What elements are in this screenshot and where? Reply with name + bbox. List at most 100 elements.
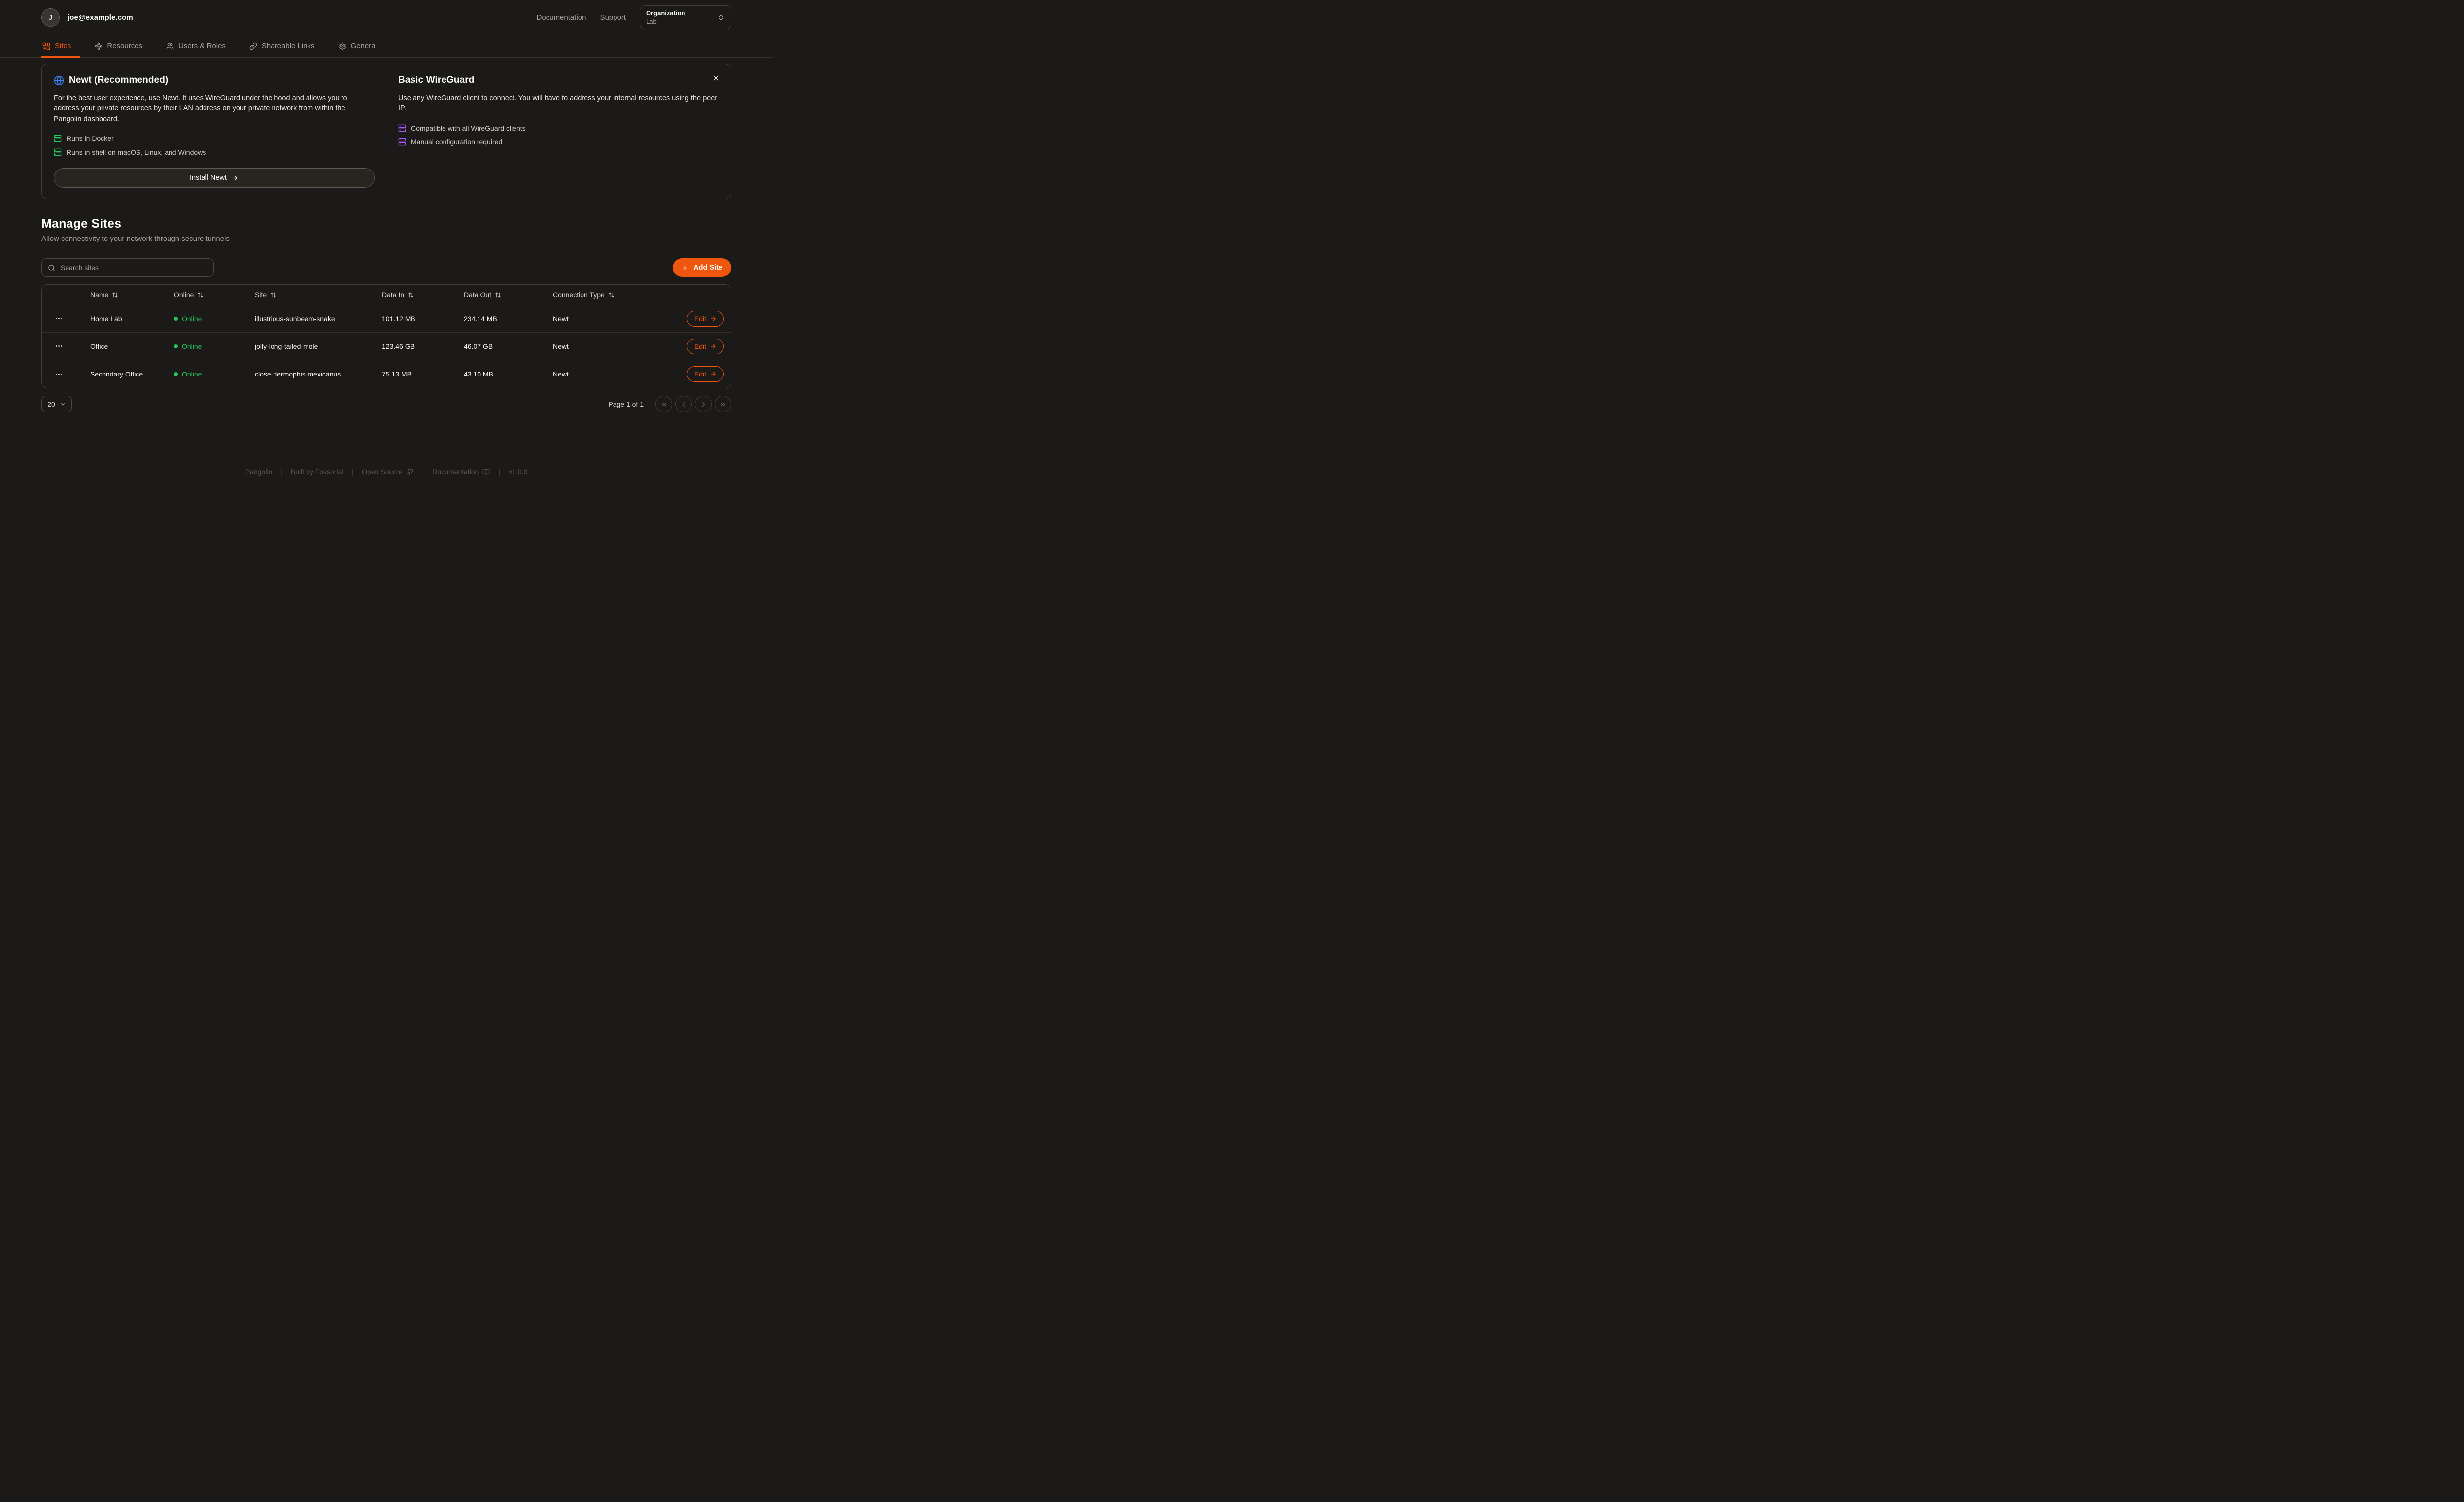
- page-subtitle: Allow connectivity to your network throu…: [41, 235, 731, 243]
- footer-brand: Pangolin: [245, 468, 273, 476]
- pagination-bar: 20 Page 1 of 1: [41, 396, 731, 412]
- search-box: [41, 258, 214, 277]
- chevron-left-icon: [680, 401, 687, 408]
- sites-icon: [42, 42, 50, 50]
- status-badge: Online: [174, 315, 255, 323]
- page-size-value: 20: [47, 400, 55, 408]
- site-name: Office: [90, 342, 174, 350]
- newt-description: For the best user experience, use Newt. …: [54, 93, 375, 125]
- users-icon: [166, 42, 174, 50]
- column-header-online[interactable]: Online: [174, 291, 255, 299]
- close-icon[interactable]: [710, 72, 722, 84]
- feature-label: Compatible with all WireGuard clients: [411, 124, 526, 132]
- chevron-down-icon: [60, 401, 66, 408]
- book-open-icon: [482, 468, 490, 476]
- install-newt-button[interactable]: Install Newt: [54, 168, 375, 188]
- site-name: Home Lab: [90, 315, 174, 323]
- last-page-button[interactable]: [715, 396, 731, 412]
- status-label: Online: [182, 315, 202, 323]
- column-header-data-in[interactable]: Data In: [382, 291, 464, 299]
- arrow-right-icon: [710, 371, 717, 377]
- next-page-button[interactable]: [695, 396, 712, 412]
- documentation-link[interactable]: Documentation: [537, 13, 586, 22]
- server-icon: [398, 124, 406, 132]
- feature-item: Runs in Docker: [54, 132, 375, 145]
- avatar[interactable]: J: [41, 8, 60, 27]
- table-row: Home Lab Online illustrious-sunbeam-snak…: [42, 305, 731, 333]
- row-menu-icon[interactable]: [53, 368, 65, 380]
- footer-open-source-label: Open Source: [362, 468, 403, 476]
- sort-icon: [112, 292, 118, 298]
- site-name: Secondary Office: [90, 370, 174, 378]
- search-icon: [48, 264, 55, 272]
- column-header-connection-type[interactable]: Connection Type: [553, 291, 651, 299]
- tab-label: Shareable Links: [262, 42, 315, 50]
- sites-table: Name Online Site Data In Data Out Connec…: [41, 284, 731, 388]
- first-page-button[interactable]: [655, 396, 672, 412]
- footer-version: v1.0.0: [509, 468, 527, 476]
- footer: Pangolin | Built by Fossorial | Open Sou…: [0, 468, 773, 476]
- arrow-right-icon: [231, 174, 239, 182]
- footer-separator: |: [422, 468, 424, 476]
- feature-item: Manual configuration required: [398, 135, 719, 149]
- row-menu-icon[interactable]: [53, 312, 65, 325]
- sort-icon: [495, 292, 501, 298]
- connection-type-value: Newt: [553, 315, 651, 323]
- column-label: Data Out: [464, 291, 491, 299]
- wireguard-title: Basic WireGuard: [398, 75, 474, 86]
- footer-open-source-link[interactable]: Open Source: [362, 468, 414, 476]
- feature-label: Runs in Docker: [67, 135, 114, 142]
- tab-resources[interactable]: Resources: [94, 34, 143, 57]
- add-site-label: Add Site: [693, 264, 722, 272]
- organization-selector[interactable]: Organization Lab: [640, 5, 731, 29]
- footer-separator: |: [352, 468, 354, 476]
- page-size-select[interactable]: 20: [41, 396, 72, 412]
- page-info: Page 1 of 1: [608, 400, 644, 408]
- chevrons-up-down-icon: [718, 14, 725, 21]
- data-in-value: 123.46 GB: [382, 342, 464, 350]
- status-badge: Online: [174, 370, 255, 378]
- status-label: Online: [182, 342, 202, 350]
- install-newt-label: Install Newt: [190, 174, 227, 182]
- feature-item: Compatible with all WireGuard clients: [398, 121, 719, 135]
- tab-label: Users & Roles: [178, 42, 226, 50]
- edit-button[interactable]: Edit: [687, 339, 724, 354]
- column-label: Connection Type: [553, 291, 605, 299]
- search-input[interactable]: [60, 263, 207, 272]
- column-header-data-out[interactable]: Data Out: [464, 291, 553, 299]
- footer-separator: |: [280, 468, 282, 476]
- link-icon: [249, 42, 257, 50]
- github-icon: [407, 468, 414, 476]
- site-slug: illustrious-sunbeam-snake: [255, 315, 382, 323]
- footer-documentation-link[interactable]: Documentation: [432, 468, 490, 476]
- sort-icon: [408, 292, 414, 298]
- column-header-site[interactable]: Site: [255, 291, 382, 299]
- site-slug: jolly-long-tailed-mole: [255, 342, 382, 350]
- edit-button[interactable]: Edit: [687, 366, 724, 382]
- tab-general[interactable]: General: [338, 34, 378, 57]
- tab-users-roles[interactable]: Users & Roles: [165, 34, 227, 57]
- sort-icon: [270, 292, 276, 298]
- site-slug: close-dermophis-mexicanus: [255, 370, 382, 378]
- gear-icon: [339, 42, 346, 50]
- previous-page-button[interactable]: [675, 396, 692, 412]
- feature-label: Runs in shell on macOS, Linux, and Windo…: [67, 148, 206, 156]
- server-icon: [54, 135, 62, 142]
- org-selector-value: Lab: [646, 18, 685, 25]
- connection-type-value: Newt: [553, 370, 651, 378]
- data-in-value: 101.12 MB: [382, 315, 464, 323]
- topbar: J joe@example.com Documentation Support …: [41, 0, 731, 34]
- column-label: Online: [174, 291, 194, 299]
- connection-type-value: Newt: [553, 342, 651, 350]
- tab-sites[interactable]: Sites: [41, 34, 72, 57]
- support-link[interactable]: Support: [600, 13, 626, 22]
- column-header-name[interactable]: Name: [90, 291, 174, 299]
- arrow-right-icon: [710, 315, 717, 322]
- sort-icon: [608, 292, 615, 298]
- add-site-button[interactable]: Add Site: [673, 258, 731, 277]
- tab-shareable-links[interactable]: Shareable Links: [248, 34, 316, 57]
- edit-button[interactable]: Edit: [687, 311, 724, 327]
- row-menu-icon[interactable]: [53, 340, 65, 352]
- arrow-right-icon: [710, 343, 717, 350]
- newt-column: Newt (Recommended) For the best user exp…: [54, 75, 375, 188]
